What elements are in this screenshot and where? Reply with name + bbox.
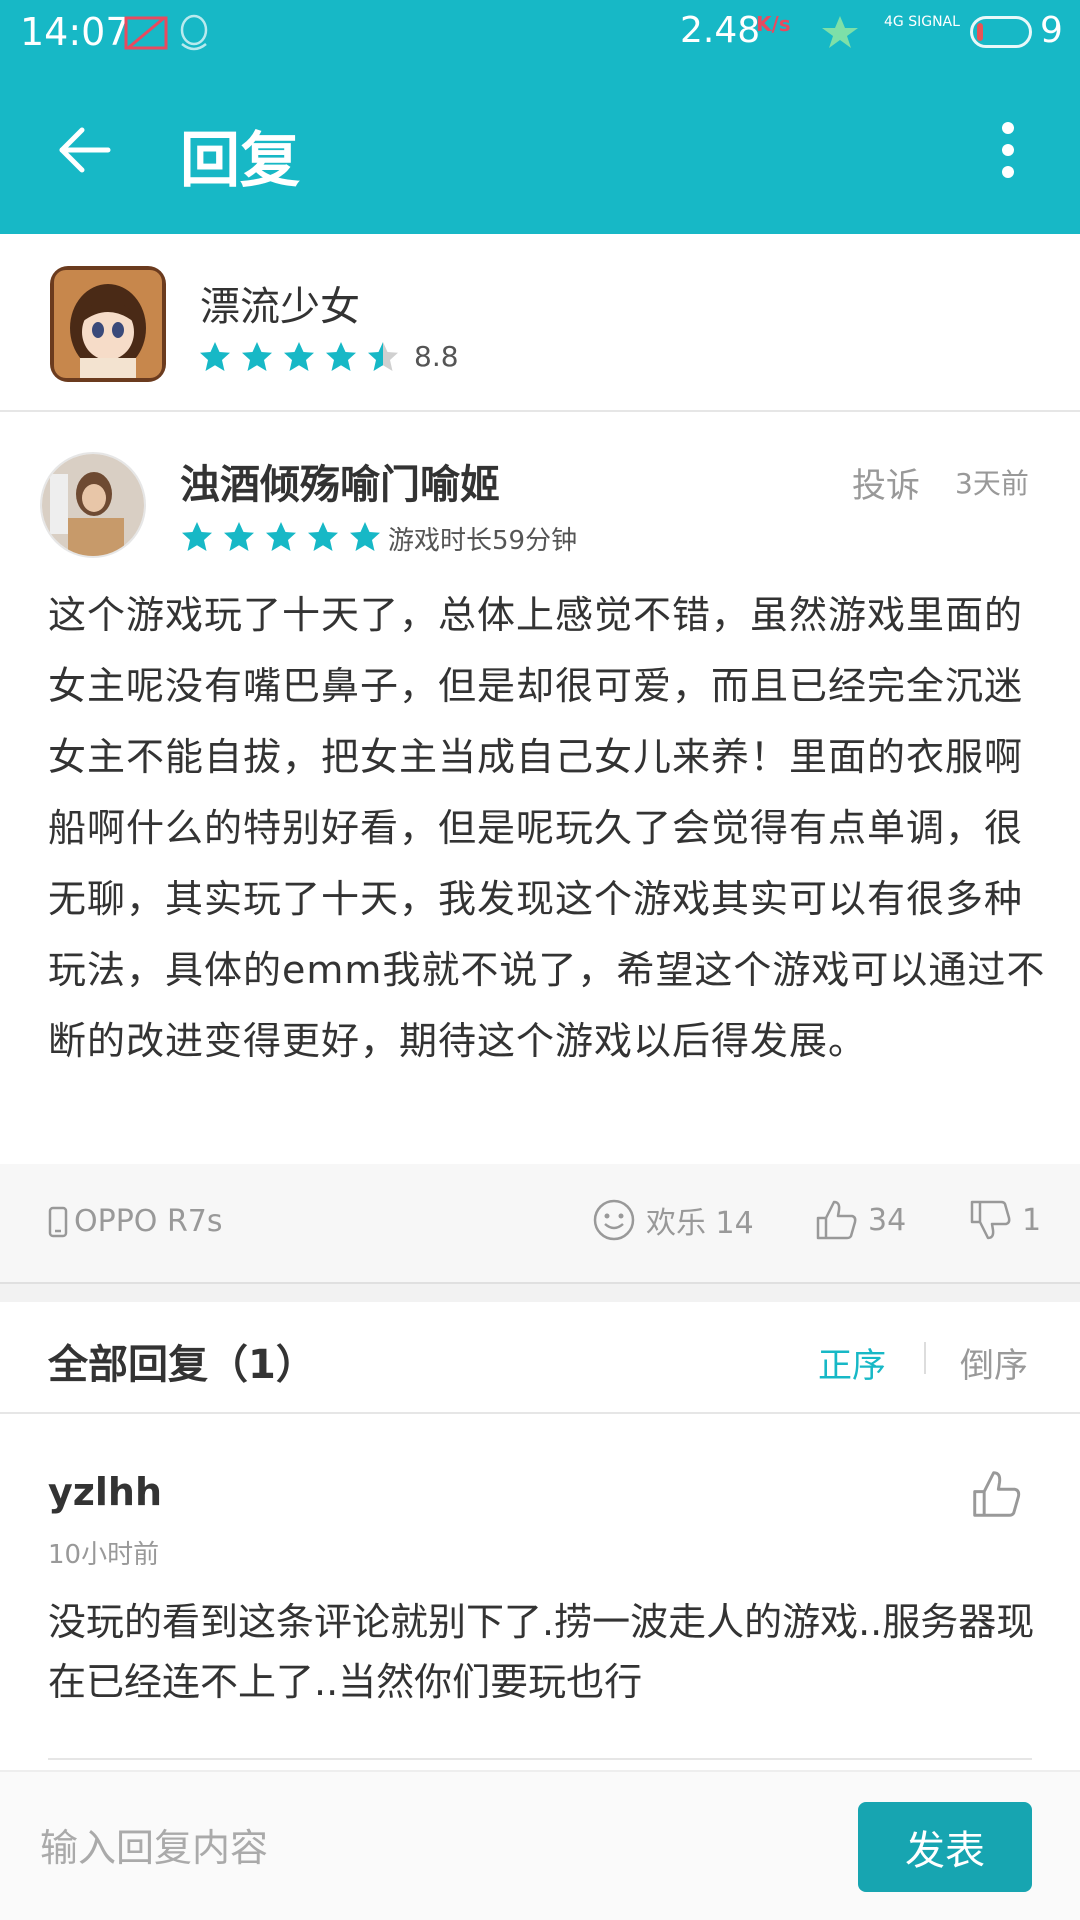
thumbs-up-icon[interactable] bbox=[970, 1468, 1022, 1520]
battery-level: 9 bbox=[1040, 10, 1063, 51]
replies-title: 全部回复（1） bbox=[48, 1342, 316, 1388]
screenshot-icon bbox=[124, 16, 168, 50]
smile-icon bbox=[593, 1199, 635, 1241]
section-divider bbox=[0, 1284, 1080, 1302]
status-bar: 14:07 2.48 K/s 4G SIGNAL 9 bbox=[0, 0, 1080, 66]
reply-input[interactable] bbox=[40, 1808, 820, 1888]
star-icon bbox=[266, 522, 296, 551]
sort-asc-tab[interactable]: 正序 bbox=[818, 1338, 886, 1387]
star-icon bbox=[284, 342, 314, 371]
sort-separator bbox=[924, 1342, 926, 1374]
play-time: 游戏时长59分钟 bbox=[388, 526, 578, 556]
dislike-count: 1 bbox=[1022, 1202, 1042, 1238]
review-actions: OPPO R7s 欢乐 14 34 1 bbox=[0, 1164, 1080, 1284]
game-center-icon bbox=[822, 16, 858, 48]
dislike-button[interactable]: 1 bbox=[968, 1198, 1041, 1242]
sort-desc-tab[interactable]: 倒序 bbox=[960, 1338, 1028, 1387]
avatar[interactable] bbox=[40, 452, 146, 558]
page-title: 回复 bbox=[180, 126, 300, 196]
star-icon bbox=[326, 342, 356, 371]
star-icon bbox=[350, 522, 380, 551]
device-info: OPPO R7s bbox=[48, 1204, 223, 1239]
thumbs-down-icon bbox=[970, 1200, 1011, 1240]
star-icon bbox=[224, 522, 254, 551]
arrow-left-icon[interactable] bbox=[56, 122, 112, 178]
star-icon bbox=[368, 342, 398, 371]
game-header[interactable]: 漂流少女 8.8 bbox=[0, 234, 1080, 412]
like-button[interactable]: 34 bbox=[814, 1198, 906, 1242]
status-time: 14:07 bbox=[20, 10, 130, 54]
reply-input-bar: 发表 bbox=[0, 1770, 1080, 1920]
device-name: OPPO R7s bbox=[74, 1204, 223, 1239]
star-icon bbox=[182, 522, 212, 551]
send-button[interactable]: 发表 bbox=[858, 1802, 1032, 1892]
game-icon[interactable] bbox=[50, 266, 166, 382]
game-rating-stars bbox=[198, 340, 408, 374]
review-rating-stars bbox=[180, 520, 390, 554]
fun-button[interactable]: 欢乐 14 bbox=[592, 1198, 754, 1242]
thumbs-up-icon bbox=[816, 1200, 857, 1240]
fun-count: 欢乐 14 bbox=[646, 1206, 754, 1241]
star-icon bbox=[200, 342, 230, 371]
game-name: 漂流少女 bbox=[200, 284, 360, 330]
review-username[interactable]: 浊酒倾殇喻门喻姬 bbox=[180, 452, 500, 510]
game-score: 8.8 bbox=[414, 340, 459, 373]
reply-body: 没玩的看到这条评论就别下了.捞一波走人的游戏..服务器现在已经连不上了..当然你… bbox=[48, 1600, 1035, 1704]
network-speed: 2.48 bbox=[680, 10, 761, 51]
list-item: yzlhh 10小时前 没玩的看到这条评论就别下了.捞一波走人的游戏..服务器现… bbox=[0, 1414, 1080, 1760]
review-time: 3天前 bbox=[955, 467, 1029, 500]
report-button[interactable]: 投诉 bbox=[852, 458, 920, 507]
reply-username[interactable]: yzlhh bbox=[48, 1470, 162, 1514]
star-icon bbox=[308, 522, 338, 551]
review-body: 这个游戏玩了十天了，总体上感觉不错，虽然游戏里面的女主呢没有嘴巴鼻子，但是却很可… bbox=[48, 593, 1046, 1063]
divider bbox=[48, 1758, 1032, 1760]
star-icon bbox=[242, 342, 272, 371]
more-vert-icon[interactable] bbox=[996, 120, 1020, 180]
qq-icon bbox=[180, 14, 208, 51]
reply-time: 10小时前 bbox=[48, 1540, 160, 1570]
phone-icon bbox=[48, 1206, 68, 1237]
like-count: 34 bbox=[868, 1202, 907, 1238]
app-bar: 回复 bbox=[0, 66, 1080, 234]
network-signal: 4G SIGNAL bbox=[884, 14, 960, 30]
replies-header: 全部回复（1） 正序 倒序 bbox=[0, 1302, 1080, 1414]
network-speed-unit: K/s bbox=[756, 12, 791, 36]
battery-icon bbox=[970, 16, 1032, 48]
